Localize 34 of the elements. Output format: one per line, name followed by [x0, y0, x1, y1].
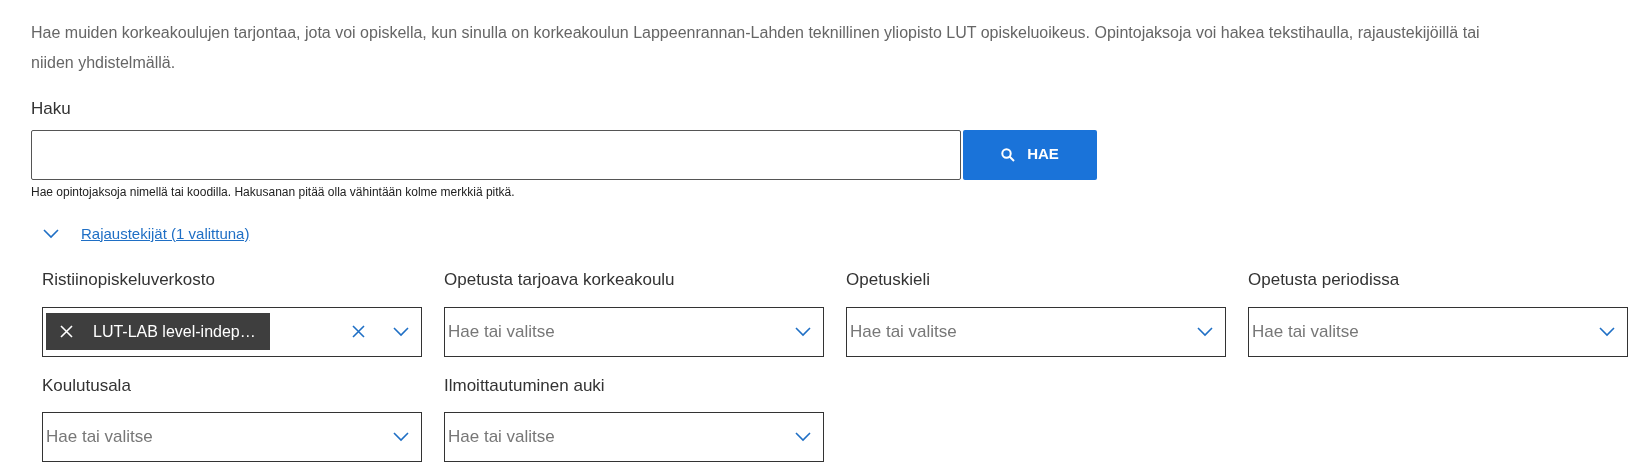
placeholder-text: Hae tai valitse	[850, 320, 957, 343]
selected-chip[interactable]: LUT-LAB level-indep…	[46, 313, 270, 350]
filter-label: Ilmoittautuminen auki	[444, 374, 606, 397]
filter-label: Opetusta tarjoava korkeakoulu	[444, 269, 676, 291]
chevron-icon	[1599, 326, 1615, 337]
filter-select[interactable]: Hae tai valitse	[42, 412, 422, 462]
filter-select[interactable]: Hae tai valitse	[444, 306, 824, 357]
filter-label: Ristiinopiskeluverkosto	[42, 269, 216, 291]
filter-label: Opetusta periodissa	[1248, 269, 1401, 291]
intro-paragraph: Hae muiden korkeakoulujen tarjontaa, jota voi opiskella, kun sinulla on korkeakoulun Lappeenrannan-Lahden teknillinen yliopisto LUT opiskeluoikeus. Opintojaksoja voi hakea tekstihaulla, rajaustekijöillä tai niiden yhdistelmällä.	[31, 23, 1481, 73]
chevron-icon	[795, 432, 811, 442]
filter-label: Koulutusala	[42, 374, 132, 397]
placeholder-text: Hae tai valitse	[1252, 320, 1359, 343]
chevron-icon	[393, 432, 409, 442]
search-icon	[1001, 147, 1016, 162]
search-field[interactable]	[31, 129, 961, 180]
placeholder-text: Hae tai valitse	[448, 426, 555, 449]
search-button[interactable]: HAE	[963, 129, 1097, 180]
chip-label: LUT-LAB level-indep…	[93, 321, 256, 342]
clear-icon[interactable]	[352, 325, 365, 338]
placeholder-text: Hae tai valitse	[448, 320, 555, 343]
filter-select[interactable]: Hae tai valitse	[444, 412, 824, 462]
filter-label: Opetuskieli	[846, 269, 932, 291]
remove-icon[interactable]	[60, 325, 73, 338]
placeholder-text: Hae tai valitse	[46, 426, 153, 449]
search-hint: Hae opintojaksoja nimellä tai koodilla. Hakusanan pitää olla vähintään kolme merkkiä pitkä.	[31, 183, 516, 201]
filters-toggle-link[interactable]: Rajaustekijät (1 valittuna)	[81, 222, 250, 245]
chevron-icon	[795, 326, 811, 337]
search-label: Haku	[31, 98, 72, 120]
filter-select[interactable]: LUT-LAB level-indep…	[42, 306, 422, 357]
filter-select[interactable]: Hae tai valitse	[846, 306, 1226, 357]
filter-select[interactable]: Hae tai valitse	[1248, 306, 1628, 357]
chevron-icon	[393, 326, 409, 337]
chevron-icon	[1197, 326, 1213, 337]
